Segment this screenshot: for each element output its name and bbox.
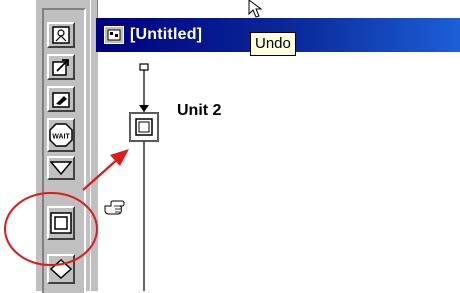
annotation-circle (4, 192, 98, 266)
unit-label[interactable]: Unit 2 (177, 102, 221, 120)
flowline-start-marker (139, 63, 149, 71)
unit-2-map-icon (129, 112, 159, 142)
flowline-diagram (4, 0, 263, 291)
undo-tooltip: Undo (250, 32, 296, 56)
arrow-cursor (248, 0, 263, 18)
flowline-arrowhead (139, 105, 149, 112)
annotation-arrow (82, 156, 121, 191)
pointing-hand-cursor (104, 200, 125, 215)
